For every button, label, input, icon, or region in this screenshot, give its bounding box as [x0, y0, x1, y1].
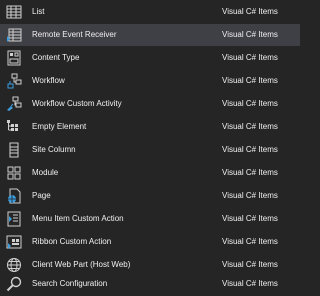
- template-category: Visual C# Items: [222, 145, 278, 154]
- template-category: Visual C# Items: [222, 237, 278, 246]
- template-name: Ribbon Custom Action: [32, 237, 112, 246]
- template-row-ribbon-custom-action[interactable]: Ribbon Custom Action Visual C# Items: [0, 231, 300, 253]
- template-name: Workflow Custom Activity: [32, 99, 122, 108]
- template-name: Content Type: [32, 53, 80, 62]
- template-row-list[interactable]: List Visual C# Items: [0, 1, 300, 23]
- template-row-search-configuration[interactable]: Search Configuration Visual C# Items: [0, 273, 300, 295]
- remote-event-receiver-icon: [6, 27, 22, 43]
- template-category: Visual C# Items: [222, 30, 278, 39]
- template-name: Site Column: [32, 145, 76, 154]
- template-category: Visual C# Items: [222, 122, 278, 131]
- template-category: Visual C# Items: [222, 53, 278, 62]
- template-row-empty-element[interactable]: Empty Element Visual C# Items: [0, 116, 300, 138]
- template-category: Visual C# Items: [222, 191, 278, 200]
- workflow-icon: [6, 73, 22, 89]
- ribbon-custom-action-icon: [6, 234, 22, 250]
- page-icon: [6, 188, 22, 204]
- template-category: Visual C# Items: [222, 99, 278, 108]
- empty-element-icon: [6, 119, 22, 135]
- list-icon: [6, 4, 22, 20]
- template-category: Visual C# Items: [222, 279, 278, 288]
- template-list: List Visual C# Items Remote Event Receiv…: [0, 0, 300, 296]
- content-type-icon: [6, 50, 22, 66]
- template-name: Search Configuration: [32, 279, 108, 288]
- template-row-site-column[interactable]: Site Column Visual C# Items: [0, 139, 300, 161]
- search-configuration-icon: [6, 276, 22, 292]
- template-category: Visual C# Items: [222, 168, 278, 177]
- template-name: Remote Event Receiver: [32, 30, 117, 39]
- template-name: Module: [32, 168, 59, 177]
- template-name: Empty Element: [32, 122, 87, 131]
- template-row-remote-event-receiver[interactable]: Remote Event Receiver Visual C# Items: [0, 24, 300, 46]
- template-category: Visual C# Items: [222, 76, 278, 85]
- template-name: Page: [32, 191, 51, 200]
- template-category: Visual C# Items: [222, 214, 278, 223]
- menu-item-custom-action-icon: [6, 211, 22, 227]
- template-row-workflow[interactable]: Workflow Visual C# Items: [0, 70, 300, 92]
- module-icon: [6, 165, 22, 181]
- template-name: Workflow: [32, 76, 65, 85]
- template-row-workflow-custom-activity[interactable]: Workflow Custom Activity Visual C# Items: [0, 93, 300, 115]
- site-column-icon: [6, 142, 22, 158]
- template-row-content-type[interactable]: Content Type Visual C# Items: [0, 47, 300, 69]
- template-name: Menu Item Custom Action: [32, 214, 124, 223]
- template-name: List: [32, 7, 45, 16]
- template-row-menu-item-custom-action[interactable]: Menu Item Custom Action Visual C# Items: [0, 208, 300, 230]
- template-category: Visual C# Items: [222, 7, 278, 16]
- template-row-module[interactable]: Module Visual C# Items: [0, 162, 300, 184]
- template-row-page[interactable]: Page Visual C# Items: [0, 185, 300, 207]
- client-web-part-icon: [6, 257, 22, 273]
- workflow-custom-activity-icon: [6, 96, 22, 112]
